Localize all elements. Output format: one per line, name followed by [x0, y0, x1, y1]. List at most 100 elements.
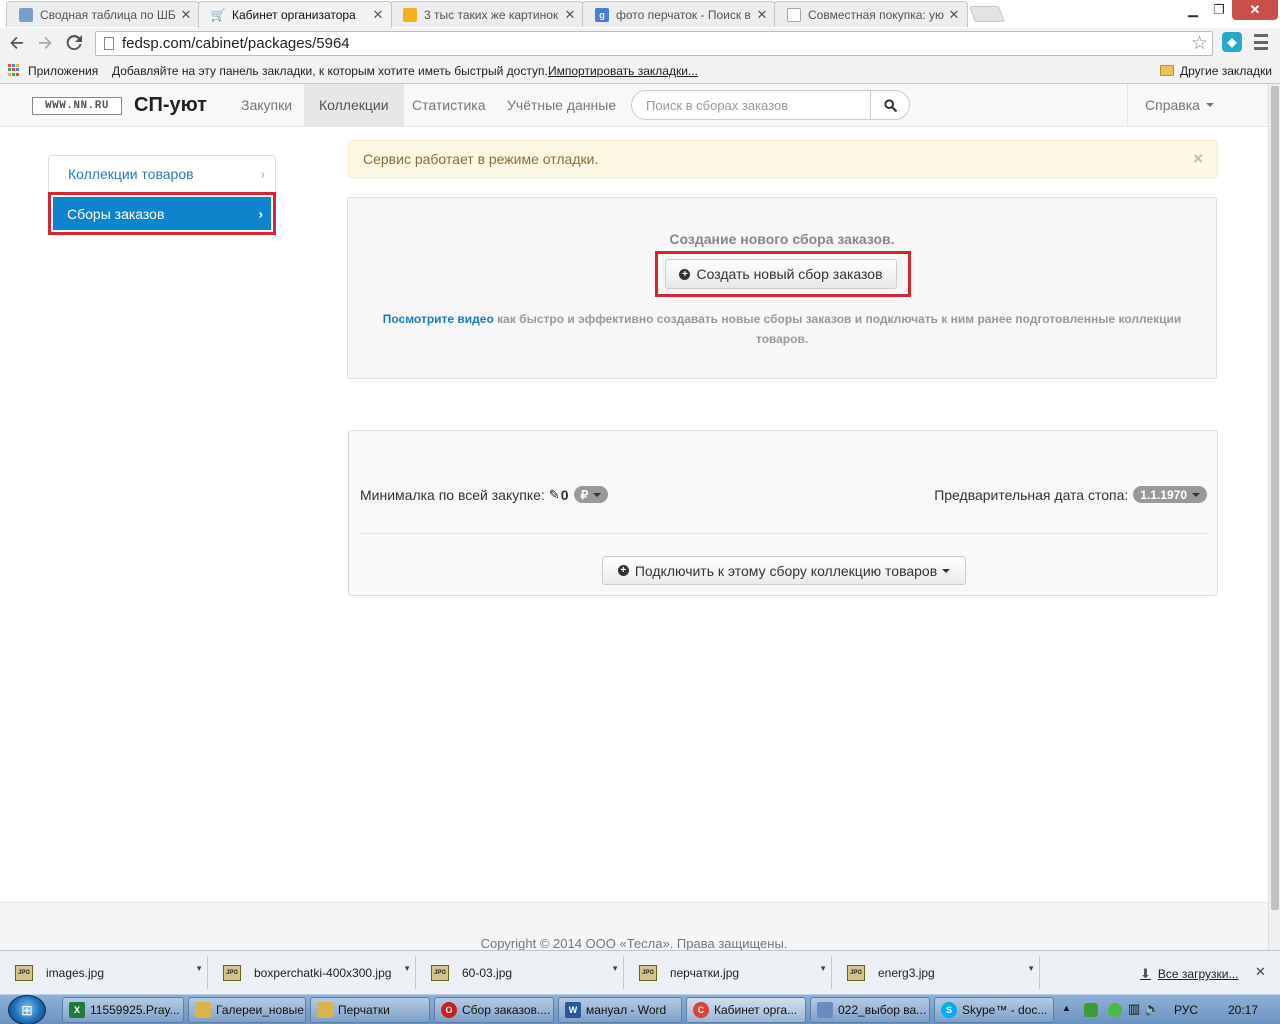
divider — [360, 533, 1208, 534]
bookmarks-bar: Приложения Добавляйте на эту панель закл… — [0, 58, 1280, 84]
sidebar-item-label: Сборы заказов — [67, 205, 165, 222]
address-bar[interactable]: fedsp.com/cabinet/packages/5964 ☆ — [95, 31, 1213, 56]
download-item[interactable]: JPG images.jpg ▼ — [5, 956, 208, 989]
alert-close-icon[interactable]: × — [1193, 149, 1203, 169]
back-icon[interactable] — [6, 32, 28, 54]
download-filename: images.jpg — [46, 965, 105, 980]
vertical-scrollbar[interactable] — [1268, 84, 1280, 950]
chrome-menu-icon[interactable] — [1254, 34, 1268, 50]
taskbar-item[interactable]: O Сбор заказов.... — [434, 997, 554, 1023]
nav-label: Учётные данные — [507, 97, 617, 113]
forward-icon[interactable] — [34, 32, 56, 54]
tab-close-icon[interactable]: ✕ — [755, 7, 769, 23]
network-icon[interactable]: ▥ — [1128, 1001, 1140, 1017]
download-item[interactable]: JPG boxperchatki-400x300.jpg ▼ — [213, 956, 416, 989]
reload-icon[interactable] — [63, 32, 85, 54]
taskbar-label: Skype™ - doc... — [962, 1003, 1048, 1017]
minimum-value[interactable]: 0 — [561, 487, 569, 503]
taskbar-item[interactable]: X 11559925.Pray... — [62, 997, 184, 1023]
extension-icon[interactable]: ◈ — [1222, 32, 1242, 52]
chrome-icon: C — [693, 1002, 709, 1018]
browser-tab-active[interactable]: 🛒 Кабинет организатора ✕ — [198, 1, 392, 28]
browser-tab[interactable]: g фото перчаток - Поиск в ✕ — [582, 1, 776, 27]
sidebar-item-collections[interactable]: Коллекции товаров › — [48, 155, 276, 193]
excel-icon: X — [69, 1002, 85, 1018]
language-indicator[interactable]: РУС — [1174, 1003, 1198, 1017]
utorrent-icon[interactable] — [1084, 1003, 1098, 1017]
copyright-text: Copyright © 2014 ООО «Тесла». Права защи… — [480, 936, 788, 950]
taskbar-item[interactable]: W мануал - Word — [558, 997, 682, 1023]
taskbar-item-active[interactable]: C Кабинет орга... — [686, 997, 806, 1023]
close-icon[interactable]: ✕ — [1255, 964, 1266, 980]
tray-expand-icon[interactable]: ▲ — [1062, 1003, 1071, 1013]
download-filename: energ3.jpg — [878, 965, 935, 980]
nav-item-statistics[interactable]: Статистика — [397, 84, 501, 126]
chevron-down-icon[interactable]: ▼ — [819, 964, 827, 973]
search-input[interactable] — [631, 90, 871, 120]
bookmark-star-icon[interactable]: ☆ — [1191, 32, 1208, 55]
apps-icon[interactable] — [8, 64, 20, 76]
taskbar-label: мануал - Word — [586, 1003, 667, 1017]
nav-item-purchases[interactable]: Закупки — [226, 84, 307, 126]
image-file-icon: JPG — [847, 964, 865, 981]
logo-text: WWW.NN.RU — [45, 100, 109, 112]
plus-circle-icon: + — [617, 565, 629, 576]
security-icon[interactable] — [1108, 1003, 1122, 1017]
tab-close-icon[interactable]: ✕ — [563, 7, 577, 23]
browser-tab[interactable]: Совместная покупка: ую ✕ — [774, 1, 968, 27]
help-text: Посмотрите видео как быстро и эффективно… — [378, 309, 1186, 349]
taskbar-item[interactable]: Галереи_новые — [188, 997, 306, 1023]
nav-label: Закупки — [241, 97, 293, 113]
taskbar-label: Кабинет орга... — [714, 1003, 798, 1017]
search-icon — [883, 98, 897, 112]
new-tab-button[interactable] — [969, 6, 1005, 22]
browser-tab[interactable]: Сводная таблица по ШБ ✕ — [6, 1, 200, 27]
image-file-icon: JPG — [431, 964, 449, 981]
taskbar-item[interactable]: 022_выбор ва... — [810, 997, 930, 1023]
taskbar-item[interactable]: S Skype™ - doc... — [934, 997, 1054, 1023]
taskbar-item[interactable]: Перчатки — [310, 997, 430, 1023]
other-bookmarks-link[interactable]: Другие закладки — [1180, 64, 1272, 78]
download-item[interactable]: JPG 60-03.jpg ▼ — [421, 956, 624, 989]
help-dropdown[interactable]: Справка — [1127, 84, 1268, 126]
watch-video-link[interactable]: Посмотрите видео — [383, 312, 494, 326]
browser-tab[interactable]: 3 тыс таких же картинок ✕ — [390, 1, 584, 27]
scrollbar-thumb[interactable] — [1271, 86, 1279, 910]
page-footer: Copyright © 2014 ООО «Тесла». Права защи… — [0, 902, 1268, 950]
create-order-button[interactable]: + Создать новый сбор заказов — [665, 259, 897, 289]
all-downloads-link[interactable]: ⬇ Все загрузки... — [1140, 966, 1238, 982]
chevron-down-icon[interactable]: ▼ — [611, 964, 619, 973]
tab-close-icon[interactable]: ✕ — [947, 7, 961, 23]
download-item[interactable]: JPG перчатки.jpg ▼ — [629, 956, 832, 989]
site-logo[interactable]: WWW.NN.RU — [32, 97, 122, 115]
taskbar-label: Сбор заказов.... — [462, 1003, 551, 1017]
apps-link[interactable]: Приложения — [28, 64, 98, 78]
chevron-down-icon[interactable]: ▼ — [403, 964, 411, 973]
currency-dropdown[interactable]: ₽ — [573, 486, 609, 503]
import-bookmarks-link[interactable]: Импортировать закладки... — [548, 64, 698, 78]
attach-collection-button[interactable]: + Подключить к этому сбору коллекцию тов… — [602, 556, 966, 585]
stop-date-dropdown[interactable]: 1.1.1970 — [1133, 486, 1207, 503]
download-item[interactable]: JPG energ3.jpg ▼ — [837, 956, 1040, 989]
help-description: как быстро и эффективно создавать новые … — [497, 312, 1182, 346]
image-file-icon: JPG — [639, 964, 657, 981]
search-button[interactable] — [870, 90, 910, 120]
restore-icon[interactable]: ❐ — [1206, 0, 1232, 20]
tab-close-icon[interactable]: ✕ — [179, 7, 193, 23]
clock[interactable]: 20:17 — [1228, 1003, 1258, 1017]
minimize-icon[interactable]: ▁ — [1180, 0, 1206, 20]
pencil-icon[interactable]: ✎ — [549, 487, 560, 503]
nav-item-collections[interactable]: Коллекции — [304, 84, 404, 126]
nav-item-account[interactable]: Учётные данные — [492, 84, 631, 126]
tab-close-icon[interactable]: ✕ — [371, 7, 385, 23]
alert-text: Сервис работает в режиме отладки. — [363, 151, 599, 167]
volume-icon[interactable]: 🔈 — [1144, 1001, 1160, 1017]
chevron-down-icon[interactable]: ▼ — [195, 964, 203, 973]
start-button[interactable]: ⊞ — [8, 995, 46, 1024]
chevron-down-icon[interactable]: ▼ — [1027, 964, 1035, 973]
sidebar-item-orders[interactable]: Сборы заказов › — [48, 192, 276, 235]
brand-name[interactable]: СП-уют — [134, 94, 207, 117]
windows-logo-icon: ⊞ — [21, 1001, 33, 1018]
sidebar: Коллекции товаров › Сборы заказов › — [48, 155, 276, 235]
window-close-icon[interactable]: ✕ — [1232, 0, 1278, 20]
